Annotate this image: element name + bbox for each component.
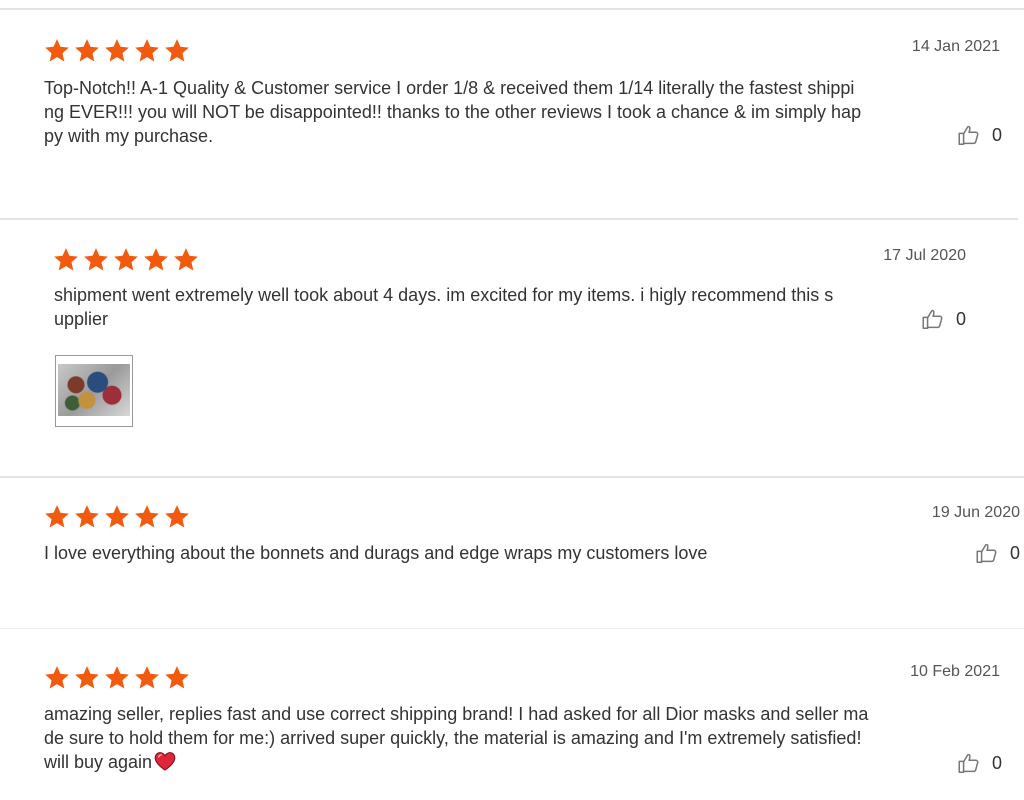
like-button[interactable]: 0 xyxy=(956,122,1002,148)
review-photo-thumbnail[interactable] xyxy=(55,355,133,427)
star-icon xyxy=(43,664,71,692)
star-icon xyxy=(133,503,161,531)
review-item: 17 Jul 2020 shipment went extremely well… xyxy=(0,220,1024,476)
star-icon xyxy=(133,664,161,692)
star-icon xyxy=(172,246,200,274)
like-button[interactable]: 0 xyxy=(974,540,1020,566)
review-item: 14 Jan 2021 Top-Notch!! A-1 Quality & Cu… xyxy=(0,0,1024,218)
like-count: 0 xyxy=(1009,542,1020,563)
review-text: Top-Notch!! A-1 Quality & Customer servi… xyxy=(44,78,862,146)
review-text: I love everything about the bonnets and … xyxy=(44,543,708,563)
star-icon xyxy=(73,664,101,692)
star-icon xyxy=(52,246,80,274)
thumbs-up-icon xyxy=(974,540,1000,566)
thumbs-up-icon xyxy=(956,122,982,148)
star-rating xyxy=(43,37,191,65)
like-count: 0 xyxy=(991,124,1002,145)
like-button[interactable]: 0 xyxy=(956,750,1002,776)
star-icon xyxy=(82,246,110,274)
like-count: 0 xyxy=(955,308,966,329)
review-date: 19 Jun 2020 xyxy=(931,504,1020,521)
star-icon xyxy=(163,503,191,531)
star-icon xyxy=(163,664,191,692)
star-icon xyxy=(73,37,101,65)
star-icon xyxy=(73,503,101,531)
like-button[interactable]: 0 xyxy=(920,306,966,332)
review-date: 17 Jul 2020 xyxy=(883,247,966,264)
review-text-container: amazing seller, replies fast and use cor… xyxy=(44,702,874,774)
star-icon xyxy=(103,37,131,65)
star-icon xyxy=(133,37,161,65)
star-rating xyxy=(43,664,191,692)
star-rating xyxy=(43,503,191,531)
star-icon xyxy=(43,503,71,531)
thumbs-up-icon xyxy=(920,306,946,332)
star-icon xyxy=(142,246,170,274)
like-count: 0 xyxy=(991,752,1002,773)
star-icon xyxy=(112,246,140,274)
review-date: 10 Feb 2021 xyxy=(910,663,1000,680)
review-item: 10 Feb 2021 amazing seller, replies fast… xyxy=(0,630,1024,800)
star-icon xyxy=(103,503,131,531)
star-icon xyxy=(43,37,71,65)
star-rating xyxy=(52,246,200,274)
star-icon xyxy=(103,664,131,692)
star-icon xyxy=(163,37,191,65)
thumbs-up-icon xyxy=(956,750,982,776)
review-divider xyxy=(0,628,1024,629)
review-date: 14 Jan 2021 xyxy=(911,38,1000,55)
review-photo-image xyxy=(58,364,130,416)
review-item: 19 Jun 2020 I love everything about the … xyxy=(0,478,1024,628)
review-text: shipment went extremely well took about … xyxy=(54,285,834,329)
heart-emoji-icon xyxy=(154,751,176,771)
